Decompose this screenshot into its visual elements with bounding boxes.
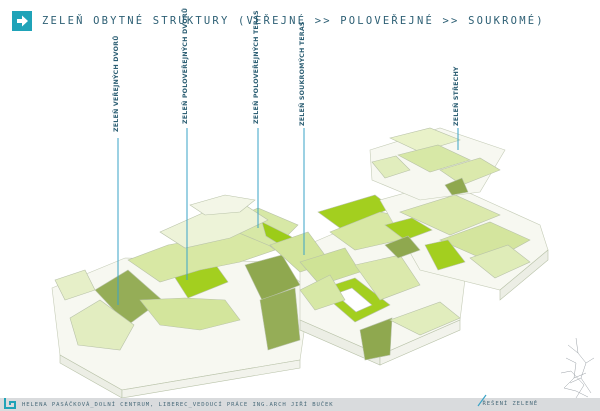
footer-credits: HELENA PASÁČKOVÁ_DOLNÍ CENTRUM, LIBEREC_… xyxy=(22,401,334,408)
label-roofs: ZELEŇ STŘECHY xyxy=(453,66,460,126)
footer-section-title: ŘEŠENÍ ZELENĚ xyxy=(482,401,538,407)
logo-icon xyxy=(4,398,16,409)
label-semipublic-courtyards: ZELEŇ POLOVEŘEJNÝCH DVORŮ xyxy=(182,7,189,124)
label-semipublic-terraces: ZELEŇ POLOVEŘEJNÝCH TERAS xyxy=(253,10,260,124)
pen-icon xyxy=(477,394,487,407)
label-public-courtyards: ZELEŇ VEŘEJNÝCH DVORŮ xyxy=(113,35,120,132)
site-sketch-icon xyxy=(560,337,595,399)
footer-bar: HELENA PASÁČKOVÁ_DOLNÍ CENTRUM, LIBEREC_… xyxy=(0,398,600,411)
label-private-terraces: ZELEŇ SOUKROMÝCH TERAS xyxy=(299,21,306,126)
